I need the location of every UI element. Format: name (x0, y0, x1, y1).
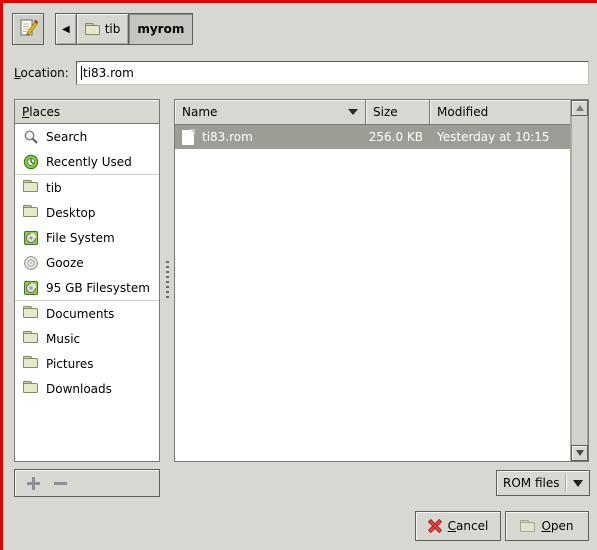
folder-icon (23, 180, 39, 196)
sidebar-item-desktop[interactable]: Desktop (15, 200, 159, 225)
file-modified-cell: Yesterday at 10:15 (437, 130, 550, 144)
search-icon (23, 129, 39, 145)
file-icon (181, 128, 195, 146)
scroll-down-button[interactable] (571, 445, 588, 461)
scrollbar-trough[interactable] (571, 116, 588, 445)
location-value: ti83.rom (83, 66, 134, 80)
sidebar-item-label: Documents (46, 306, 115, 321)
sidebar-item-label: Downloads (46, 381, 112, 396)
column-label: Name (182, 105, 218, 119)
arrow-down-icon (575, 450, 584, 456)
column-header-name[interactable]: Name (175, 100, 366, 124)
pane-splitter[interactable] (162, 99, 172, 462)
location-row: Location: ti83.rom (14, 61, 589, 85)
column-header-modified[interactable]: Modified (430, 100, 570, 124)
bookmark-buttons (14, 469, 160, 497)
arrow-up-icon (575, 105, 584, 111)
sidebar-item-label: File System (46, 230, 115, 245)
sidebar-item-documents[interactable]: Documents (15, 300, 159, 326)
sidebar-item-label: 95 GB Filesystem (46, 280, 150, 295)
type-filename-button[interactable] (12, 13, 44, 45)
file-name: ti83.rom (202, 130, 253, 144)
file-chooser-dialog: ◀ tib myrom Location: ti83.rom Places Se… (0, 0, 597, 550)
sidebar-item-label: Recently Used (46, 154, 132, 169)
folder-icon (23, 205, 39, 221)
chevron-left-icon: ◀ (62, 23, 70, 35)
scroll-up-button[interactable] (571, 100, 588, 116)
cancel-label: Cancel (447, 519, 489, 533)
sidebar-item-file-system[interactable]: File System (15, 225, 159, 250)
recent-clock-icon (23, 154, 39, 170)
breadcrumb-item-tib[interactable]: tib (76, 14, 130, 44)
filter-label: ROM files (503, 476, 560, 490)
minus-icon[interactable] (54, 481, 67, 485)
sidebar-item-label: tib (46, 180, 62, 195)
file-list-header: Name Size Modified (175, 100, 570, 125)
open-label: Open (541, 519, 574, 533)
open-button[interactable]: Open (505, 511, 589, 541)
file-list-pane: Name Size Modified ti83.rom 256.0 KB Yes… (174, 99, 589, 462)
sidebar-item-gooze[interactable]: Gooze (15, 250, 159, 275)
column-label: Modified (437, 105, 489, 119)
breadcrumb-back-button[interactable]: ◀ (56, 14, 77, 44)
sidebar-item-search[interactable]: Search (15, 124, 159, 149)
folder-icon (23, 381, 39, 397)
harddisk-icon (23, 280, 39, 296)
splitter-grip (165, 260, 169, 301)
plus-icon[interactable] (27, 476, 40, 490)
sidebar-item-label: Music (46, 331, 81, 346)
sidebar-item-label: Pictures (46, 356, 94, 371)
vertical-scrollbar[interactable] (570, 100, 588, 461)
location-label: Location: (14, 66, 69, 80)
folder-icon (23, 356, 39, 372)
sort-descending-icon (348, 109, 358, 115)
sidebar-item-label: Desktop (46, 205, 96, 220)
sidebar-item-music[interactable]: Music (15, 326, 159, 351)
folder-icon (23, 331, 39, 347)
pencil-document-icon (18, 18, 39, 41)
sidebar-item-95gb-filesystem[interactable]: 95 GB Filesystem (15, 275, 159, 300)
sidebar-item-tib[interactable]: tib (15, 174, 159, 200)
text-caret (81, 66, 82, 80)
sidebar-item-label: Search (46, 129, 88, 144)
file-list-rows: ti83.rom 256.0 KB Yesterday at 10:15 (175, 125, 570, 461)
sidebar-item-downloads[interactable]: Downloads (15, 376, 159, 401)
harddisk-icon (23, 230, 39, 246)
sidebar-item-label: Gooze (46, 255, 84, 270)
file-size-cell: 256.0 KB (368, 130, 423, 144)
disc-icon (23, 255, 39, 271)
column-label: Size (373, 105, 398, 119)
divider (565, 474, 568, 492)
breadcrumb-label: myrom (137, 22, 185, 36)
path-toolbar: ◀ tib myrom (12, 12, 194, 46)
folder-icon (520, 520, 536, 532)
red-x-icon (428, 519, 442, 533)
column-header-size[interactable]: Size (366, 100, 430, 124)
cancel-button[interactable]: Cancel (415, 511, 501, 541)
file-type-filter-dropdown[interactable]: ROM files (496, 470, 591, 496)
sidebar-item-recently-used[interactable]: Recently Used (15, 149, 159, 174)
sidebar-item-pictures[interactable]: Pictures (15, 351, 159, 376)
breadcrumb: ◀ tib myrom (55, 13, 194, 45)
table-row[interactable]: ti83.rom 256.0 KB Yesterday at 10:15 (175, 125, 570, 149)
folder-icon (84, 23, 100, 35)
places-header: Places (15, 100, 159, 124)
file-name-cell: ti83.rom (175, 128, 366, 146)
chevron-down-icon (573, 479, 584, 487)
location-input[interactable]: ti83.rom (76, 61, 589, 85)
breadcrumb-label: tib (104, 22, 121, 36)
folder-icon (23, 306, 39, 322)
breadcrumb-item-myrom[interactable]: myrom (129, 14, 193, 44)
places-sidebar: Places Search Recently Used tib Desktop … (14, 99, 160, 462)
